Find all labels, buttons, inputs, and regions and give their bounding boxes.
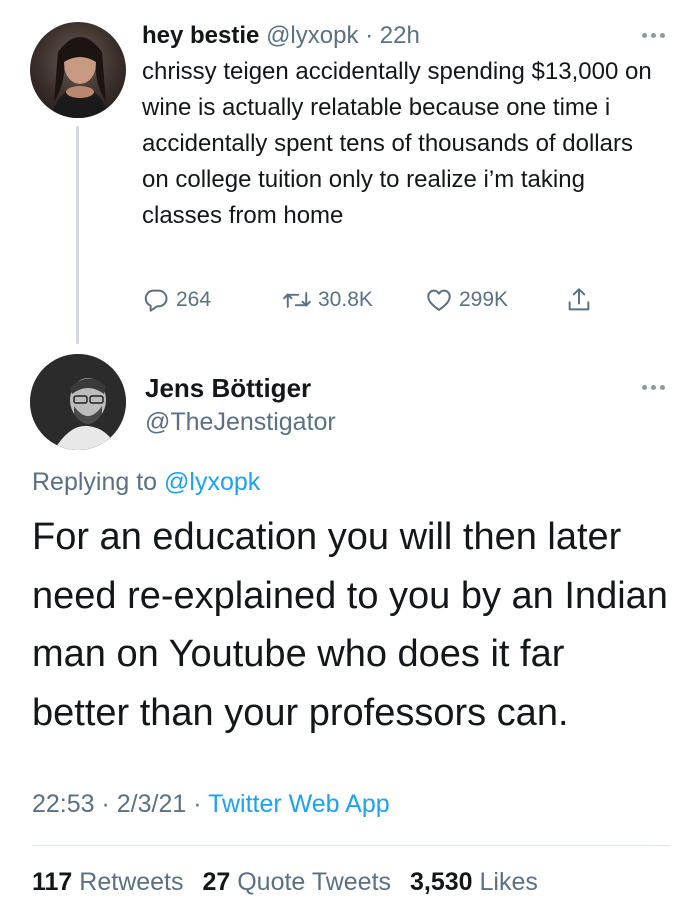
parent-display-name[interactable]: hey bestie [142, 22, 259, 49]
replying-to-label: Replying to [32, 468, 165, 496]
retweet-icon [283, 292, 311, 308]
parent-header: hey bestie @lyxopk · 22h [142, 18, 672, 54]
divider [32, 845, 670, 846]
like-count: 299K [459, 288, 509, 311]
main-handle[interactable]: @TheJenstigator [145, 404, 336, 440]
tweet-source[interactable]: Twitter Web App [208, 790, 390, 818]
reply-icon [144, 289, 168, 312]
replying-to-mention[interactable]: @lyxopk [164, 468, 260, 496]
source-separator: · [186, 790, 209, 818]
tweet-stats: 117 Retweets 27 Quote Tweets 3,530 Likes [32, 862, 550, 902]
likes-count: 3,530 [409, 868, 473, 896]
retweets-count: 117 [32, 868, 73, 896]
reply-count: 264 [176, 288, 212, 311]
parent-tweet[interactable]: hey bestie @lyxopk · 22h chrissy teigen … [142, 18, 672, 234]
quote-tweets-label: Quote Tweets [230, 868, 392, 896]
tweet-thread: hey bestie @lyxopk · 22h chrissy teigen … [0, 0, 700, 918]
likes-stat[interactable]: 3,530 Likes [410, 868, 538, 896]
tweet-date[interactable]: 2/3/21 [117, 790, 187, 818]
share-icon [568, 288, 590, 311]
retweets-stat[interactable]: 117 Retweets [32, 868, 184, 896]
parent-avatar[interactable] [30, 22, 126, 118]
thread-line [76, 126, 79, 344]
quote-tweets-count: 27 [202, 868, 231, 896]
main-display-name[interactable]: Jens Böttiger [145, 370, 311, 406]
timestamp-separator: · [94, 790, 117, 818]
tweet-timestamp: 22:53 · 2/3/21 · Twitter Web App [32, 784, 390, 824]
parent-separator: · [358, 22, 380, 49]
main-tweet-text: For an education you will then later nee… [32, 516, 668, 734]
retweet-count: 30.8K [318, 288, 373, 311]
reply-button[interactable]: 264 [142, 283, 282, 317]
more-icon[interactable] [640, 382, 668, 392]
parent-handle[interactable]: @lyxopk [266, 22, 358, 49]
parent-time[interactable]: 22h [380, 22, 420, 49]
like-button[interactable]: 299K [425, 283, 565, 317]
quote-tweets-stat[interactable]: 27 Quote Tweets [202, 868, 391, 896]
parent-tweet-text: chrissy teigen accidentally spending $13… [142, 58, 652, 229]
tweet-time[interactable]: 22:53 [32, 790, 95, 818]
replying-to: Replying to @lyxopk [32, 462, 260, 502]
retweets-label: Retweets [72, 868, 184, 896]
likes-label: Likes [472, 868, 538, 896]
share-button[interactable] [565, 283, 593, 317]
parent-actions: 264 30.8K 299K [142, 283, 593, 317]
like-icon [427, 289, 451, 311]
more-icon[interactable] [640, 30, 668, 40]
retweet-button[interactable]: 30.8K [282, 283, 425, 317]
main-avatar[interactable] [30, 354, 126, 450]
